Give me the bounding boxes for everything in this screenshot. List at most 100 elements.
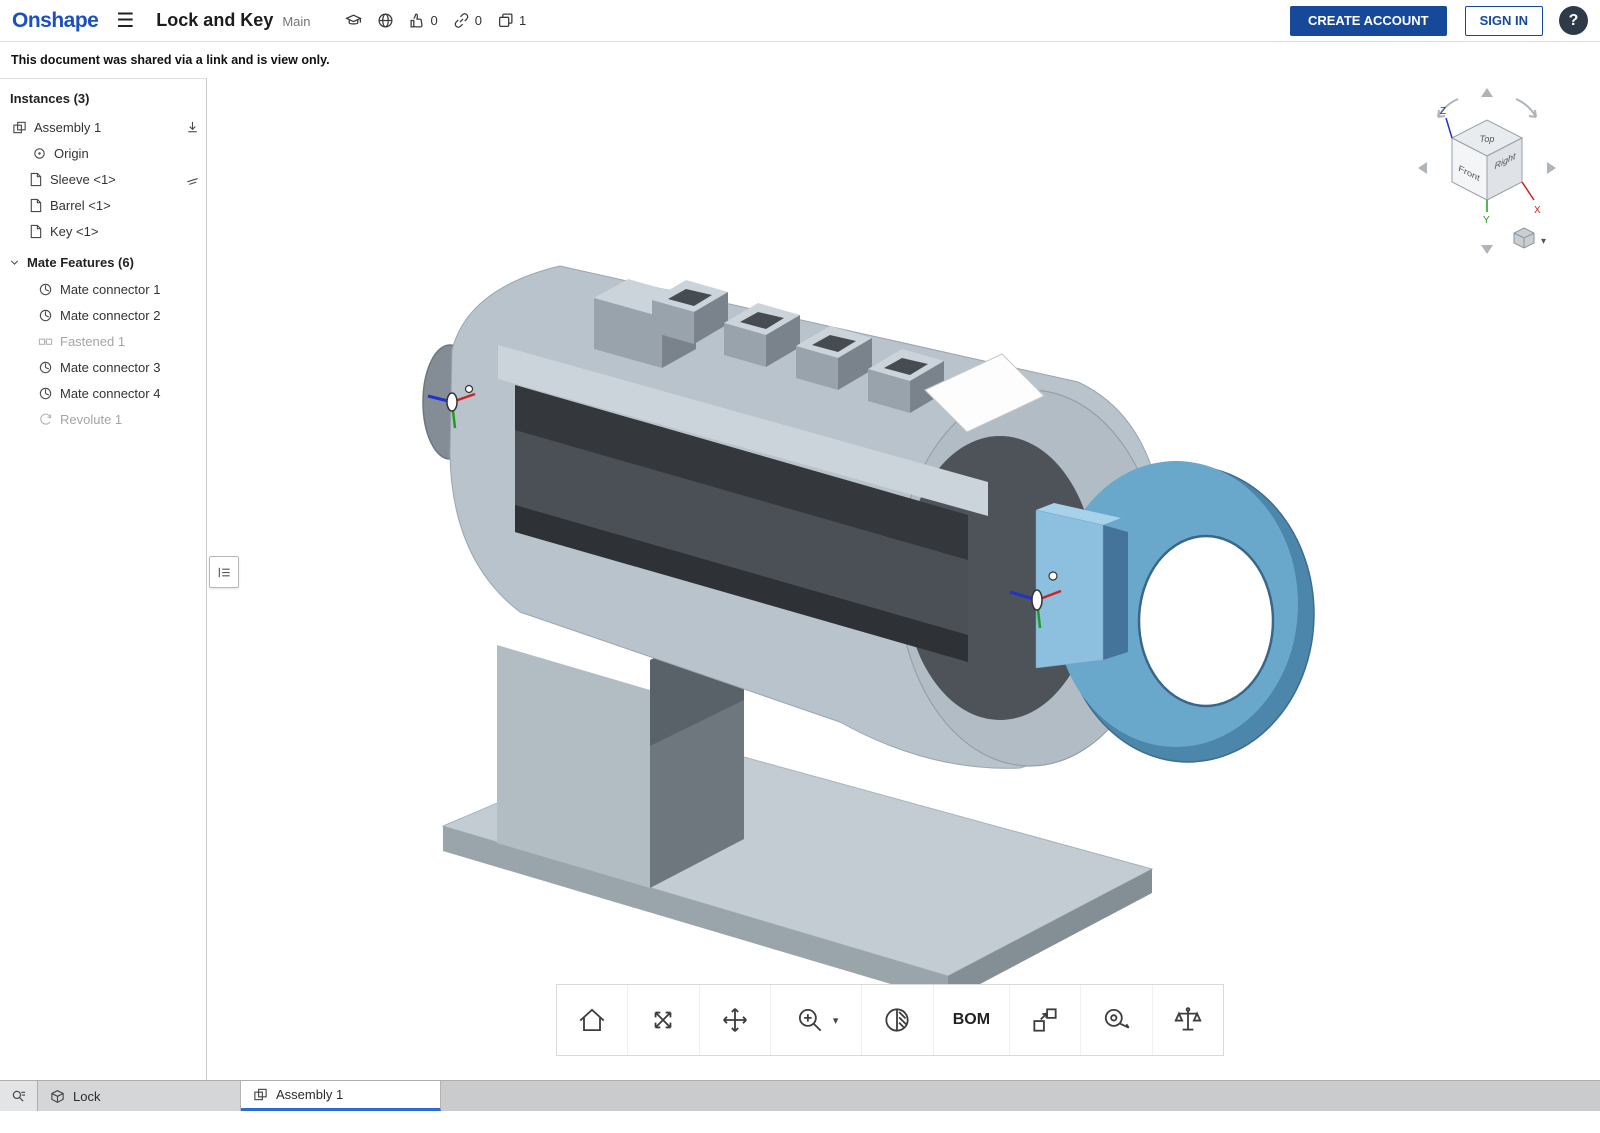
help-icon[interactable]: ? [1559, 6, 1588, 35]
instances-panel: Instances (3) Assembly 1 Origin Sleeve <… [0, 78, 207, 1080]
tree-item-mate-connector-3[interactable]: Mate connector 3 [0, 354, 206, 380]
fastened-mate-icon [38, 334, 53, 349]
viewcube-arrow-down[interactable] [1481, 245, 1493, 254]
main-menu-icon[interactable]: ☰ [116, 8, 134, 33]
document-title: Lock and Key Main [156, 10, 310, 31]
tab-lock[interactable]: Lock [38, 1081, 241, 1111]
likes-count: 0 [430, 13, 438, 28]
tree-item-label: Mate connector 4 [60, 385, 161, 401]
tree-item-label: Assembly 1 [34, 119, 102, 135]
thumbs-up-icon [409, 12, 426, 29]
balance-scale-icon [1172, 1004, 1204, 1036]
chevron-down-icon[interactable]: ▾ [833, 1014, 839, 1027]
viewcube-arrow-right[interactable] [1547, 162, 1556, 174]
search-icon [11, 1089, 26, 1104]
rotate-view-button[interactable] [627, 985, 699, 1055]
tree-item-label: Mate connector 3 [60, 359, 161, 375]
chevron-down-icon: ▾ [1541, 236, 1546, 247]
assembly-icon [253, 1087, 268, 1102]
tree-item-key[interactable]: Key <1> [0, 218, 206, 244]
tree-item-label: Fastened 1 [60, 333, 126, 349]
tab-assembly-1[interactable]: Assembly 1 [241, 1081, 441, 1111]
exploded-view-icon [1029, 1004, 1061, 1036]
onshape-logo[interactable]: Onshape [12, 9, 99, 33]
lock-and-key-model [422, 265, 1315, 1001]
tree-item-label: Sleeve <1> [50, 171, 116, 187]
view-cube[interactable]: Top Front Right Z X Y ▾ [1412, 86, 1562, 256]
top-bar: Onshape ☰ Lock and Key Main 0 0 1 CREATE … [0, 0, 1600, 42]
axis-y-label: Y [1483, 215, 1490, 226]
workspace-name: Main [282, 14, 311, 29]
revolute-mate-icon [38, 412, 53, 427]
home-icon [576, 1004, 608, 1036]
origin-icon [32, 146, 47, 161]
part-icon [28, 198, 43, 213]
account-actions: CREATE ACCOUNT SIGN IN ? [1289, 5, 1588, 36]
tree-item-mate-connector-2[interactable]: Mate connector 2 [0, 302, 206, 328]
links-counter[interactable]: 0 [453, 12, 482, 29]
axis-x-line [1521, 181, 1535, 201]
tree-item-label: Revolute 1 [60, 411, 123, 427]
copies-icon [497, 12, 514, 29]
mate-connector-icon [38, 360, 53, 375]
learning-center-icon[interactable] [345, 12, 362, 29]
tree-item-revolute-1[interactable]: Revolute 1 [0, 406, 206, 432]
instances-flyout-button[interactable] [209, 556, 239, 588]
sign-in-button[interactable]: SIGN IN [1464, 5, 1543, 36]
axis-z-label: Z [1440, 106, 1446, 117]
exploded-view-button[interactable] [1009, 985, 1081, 1055]
bom-label: BOM [952, 1011, 991, 1028]
rotate-icon [647, 1004, 679, 1036]
zoom-icon [794, 1004, 826, 1036]
tree-item-label: Key <1> [50, 223, 99, 239]
copies-counter[interactable]: 1 [497, 12, 526, 29]
viewcube-rotate-cw-icon[interactable] [1515, 98, 1537, 118]
tab-bar: Lock Assembly 1 [0, 1080, 1600, 1111]
bottom-spacer [0, 1111, 1600, 1133]
tree-item-mate-connector-4[interactable]: Mate connector 4 [0, 380, 206, 406]
anchor-icon[interactable] [185, 120, 200, 135]
viewcube-arrow-up[interactable] [1481, 88, 1493, 97]
structure-list-icon [217, 565, 232, 580]
tree-item-mate-connector-1[interactable]: Mate connector 1 [0, 276, 206, 302]
view-orientation-dropdown[interactable]: ▾ [1513, 227, 1546, 249]
tree-item-label: Mate connector 1 [60, 281, 161, 297]
measure-button[interactable] [1080, 985, 1152, 1055]
chevron-down-icon [8, 256, 21, 269]
view-only-notice: This document was shared via a link and … [0, 42, 1600, 78]
tree-item-label: Origin [54, 145, 89, 161]
fixed-icon[interactable] [185, 172, 200, 187]
bom-button[interactable]: BOM [932, 985, 1010, 1055]
mate-connector-icon [38, 308, 53, 323]
zoom-button[interactable]: ▾ [769, 985, 862, 1055]
part-icon [28, 224, 43, 239]
mate-features-header[interactable]: Mate Features (6) [0, 248, 206, 276]
tab-label: Assembly 1 [276, 1087, 344, 1102]
viewport-canvas[interactable]: Top Front Right Z X Y ▾ ▾ BOM [208, 78, 1600, 1080]
likes-counter[interactable]: 0 [409, 12, 438, 29]
tree-item-label: Mate connector 2 [60, 307, 161, 323]
public-document-icon[interactable] [377, 12, 394, 29]
links-count: 0 [474, 13, 482, 28]
tree-item-barrel[interactable]: Barrel <1> [0, 192, 206, 218]
pan-view-button[interactable] [698, 985, 770, 1055]
mass-properties-button[interactable] [1151, 985, 1224, 1055]
link-icon [453, 12, 470, 29]
view-home-button[interactable] [557, 985, 628, 1055]
section-view-button[interactable] [861, 985, 933, 1055]
section-view-icon [881, 1004, 913, 1036]
tree-item-sleeve[interactable]: Sleeve <1> [0, 166, 206, 192]
tab-bar-filler [441, 1081, 1600, 1111]
tree-item-label: Barrel <1> [50, 197, 111, 213]
part-icon [28, 172, 43, 187]
document-title-text: Lock and Key [156, 10, 274, 30]
measure-tape-icon [1101, 1004, 1133, 1036]
tree-item-fastened-1[interactable]: Fastened 1 [0, 328, 206, 354]
tree-item-origin[interactable]: Origin [0, 140, 206, 166]
assembly-icon [12, 120, 27, 135]
tree-item-assembly-1[interactable]: Assembly 1 [0, 114, 206, 140]
onshape-app: Onshape ☰ Lock and Key Main 0 0 1 CREATE … [0, 0, 1600, 1133]
create-account-button[interactable]: CREATE ACCOUNT [1289, 5, 1447, 36]
viewcube-arrow-left[interactable] [1418, 162, 1427, 174]
tab-search-button[interactable] [0, 1081, 38, 1111]
